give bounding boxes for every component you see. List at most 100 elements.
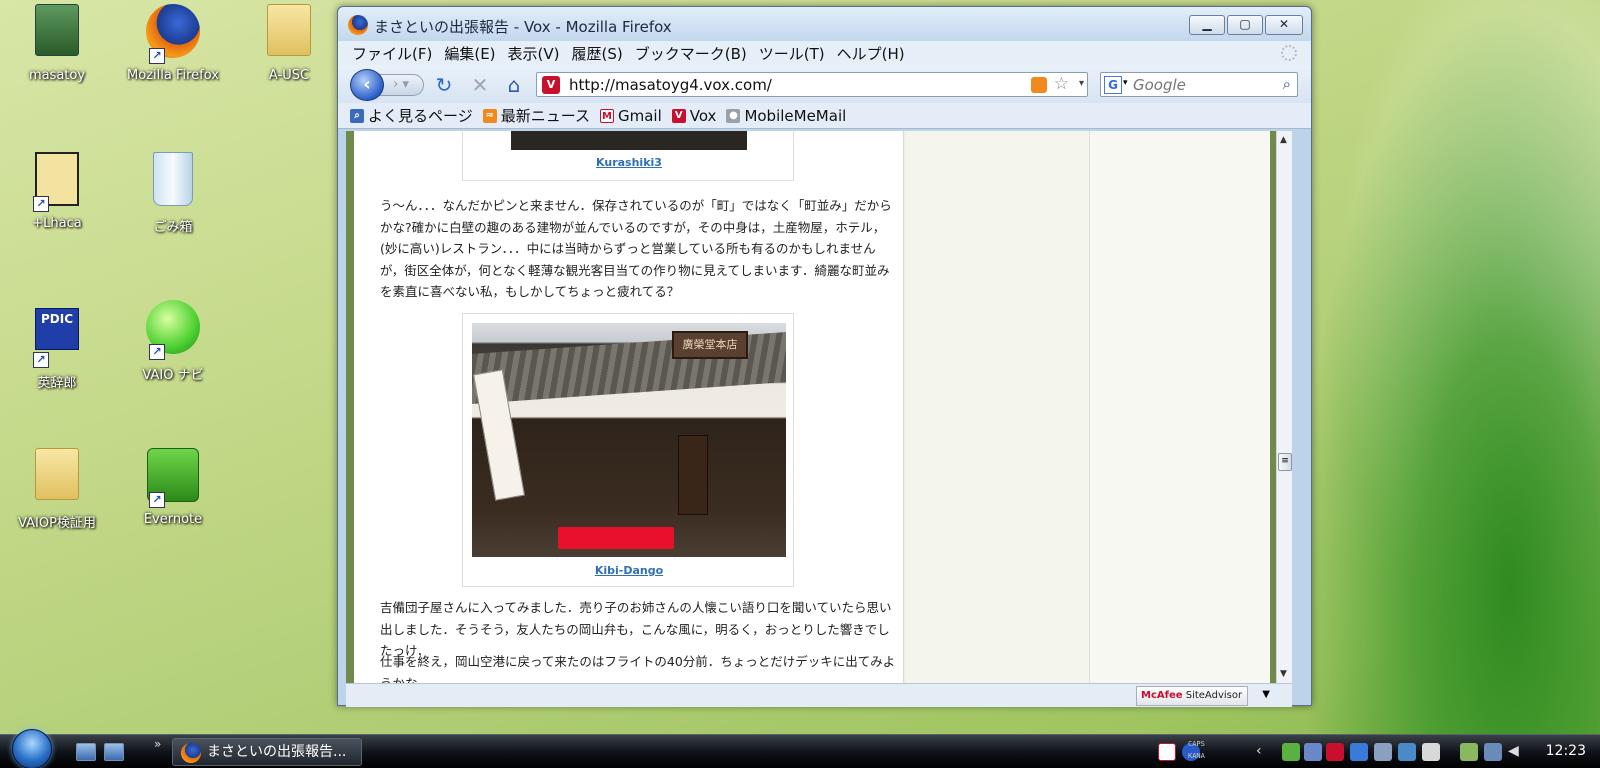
photo-kurashiki3[interactable] [511,131,747,150]
desktop-icon-label: 英辞郎 [37,376,77,391]
rss-icon: ≈ [482,108,497,123]
firefox-icon[interactable] [348,15,368,35]
shortcut-arrow-icon: ↗ [33,352,49,368]
battery-tray-icon[interactable] [1460,743,1478,761]
wireless-tray-icon[interactable] [1484,743,1502,761]
switch-windows-icon[interactable] [104,743,124,761]
taskbar-button-label: まさといの出張報告... [207,744,347,760]
display-tray-icon[interactable] [1398,743,1416,761]
stop-icon[interactable]: ✕ [468,73,492,97]
mcafee-tray-icon[interactable] [1326,743,1344,761]
search-box: G ▾ ⌕ [1100,72,1298,97]
url-bar[interactable]: V http://masatoyg4.vox.com/ ☆ ▾ [536,72,1088,97]
engine-dropdown-icon[interactable]: ▾ [1123,78,1128,88]
taskbar-firefox-button[interactable]: まさといの出張報告... [172,738,362,766]
taskbar: » まさといの出張報告... CAPS KANA ‹ ◀ 12:23 [0,729,1600,768]
menu-bar: ファイル(F) 編集(E) 表示(V) 履歴(S) ブックマーク(B) ツール(… [338,41,1311,65]
tray-expand-icon[interactable]: ‹ [1256,743,1274,761]
sidebar-column [906,131,1090,683]
bookmark-most-visited[interactable]: ⌕ よく見るページ [350,105,473,126]
caption-kurashiki3[interactable]: Kurashiki3 [463,156,795,169]
desktop-icon-recycle-bin[interactable]: ごみ箱 [118,152,228,235]
search-input[interactable] [1133,75,1273,95]
google-engine-icon[interactable]: G [1104,76,1122,94]
volume-icon[interactable]: ◀ [1508,743,1526,761]
menu-file[interactable]: ファイル(F) [352,43,432,64]
maximize-button[interactable]: ▢ [1227,15,1263,35]
ime-status[interactable]: CAPS KANA [1188,738,1205,762]
red-bench-shape [558,527,674,549]
acrobat-icon[interactable] [1158,743,1176,761]
desktop-icon-label: A-USC [268,68,310,83]
desktop-wallpaper [1300,0,1600,734]
scroll-thumb[interactable]: ≡ [1278,453,1292,471]
vox-icon: V [671,108,686,123]
pdic-icon: PDIC [35,308,79,350]
desktop-icon-label: Evernote [143,512,203,527]
desktop-icon-label: +Lhaca [32,216,82,231]
mcafee-siteadvisor-button[interactable]: McAfee SiteAdvisor [1136,686,1248,706]
close-button[interactable]: ✕ [1265,15,1303,35]
caption-kibi-dango[interactable]: Kibi-Dango [463,564,795,577]
photo-kibi-dango[interactable]: 廣榮堂本店 [472,323,786,557]
quick-launch-more-icon[interactable]: » [154,737,161,751]
menu-tools[interactable]: ツール(T) [759,43,825,64]
scroll-up-icon[interactable]: ▲ [1280,135,1287,145]
menu-view[interactable]: 表示(V) [508,43,560,64]
desktop-icon-label: VAIOP検証用 [18,516,96,531]
menu-edit[interactable]: 編集(E) [444,43,495,64]
app-tray-icon[interactable] [1350,743,1368,761]
back-button[interactable]: ‹ [350,69,384,101]
desktop-icon-eijiro[interactable]: PDIC ↗ 英辞郎 [2,300,112,391]
noren-shape [678,435,708,515]
page-content: Kurashiki3 う〜ん．．．なんだかピンと来ません．保存されているのが「町… [346,131,1292,683]
clock[interactable]: 12:23 [1546,743,1586,759]
title-bar[interactable]: まさといの出張報告 - Vox - Mozilla Firefox ▁ ▢ ✕ [338,7,1311,41]
scroll-down-icon[interactable]: ▼ [1280,669,1287,679]
most-visited-icon: ⌕ [350,108,364,123]
apple-icon: ● [726,108,741,123]
desktop-icon-label: masatoy [28,68,86,83]
menu-bookmarks[interactable]: ブックマーク(B) [635,43,747,64]
shortcut-arrow-icon: ↗ [149,492,165,508]
bookmark-gmail[interactable]: M Gmail [599,107,662,125]
post-paragraph: う〜ん．．．なんだかピンと来ません．保存されているのが「町」ではなく「町並み」だ… [380,198,892,299]
search-icon[interactable]: ⌕ [1283,75,1291,93]
bookmark-vox[interactable]: V Vox [671,107,716,125]
gmail-icon: M [599,108,614,123]
desktop-icon-vaiop-folder[interactable]: VAIOP検証用 [2,448,112,531]
bookmark-mobileme[interactable]: ● MobileMeMail [726,107,846,125]
shortcut-arrow-icon: ↗ [33,196,49,212]
desktop-icon-lhaca[interactable]: ↗ +Lhaca [2,152,112,231]
desktop-icon-a-usc[interactable]: A-USC [234,4,344,83]
vertical-scrollbar[interactable]: ▲ ≡ ▼ [1276,131,1292,683]
navigation-toolbar: › ▾ ‹ ↻ ✕ ⌂ V http://masatoyg4.vox.com/ … [338,65,1311,103]
url-text[interactable]: http://masatoyg4.vox.com/ [569,76,772,94]
bookmark-star-icon[interactable]: ☆ [1054,74,1069,94]
network-tray-icon[interactable] [1304,743,1322,761]
photo-frame-kibi-dango: 廣榮堂本店 Kibi-Dango [462,313,794,587]
throbber-icon [1281,45,1297,61]
desktop-icon-label: ごみ箱 [153,220,193,235]
menu-help[interactable]: ヘルプ(H) [837,43,905,64]
mcafee-dropdown-icon[interactable]: ▼ [1262,689,1270,700]
menu-history[interactable]: 履歴(S) [572,43,623,64]
start-button[interactable] [12,729,52,768]
url-dropdown-icon[interactable]: ▾ [1079,78,1084,89]
desktop-icon-vaio-navi[interactable]: ↗ VAIO ナビ [118,300,228,383]
bookmark-latest-news[interactable]: ≈ 最新ニュース [482,105,590,126]
desktop-icon-masatoy[interactable]: masatoy [2,4,112,83]
forward-button[interactable]: › ▾ [378,74,424,96]
sync-tray-icon[interactable] [1374,743,1392,761]
evernote-tray-icon[interactable] [1282,743,1300,761]
rss-feed-icon[interactable] [1031,77,1047,93]
desktop-icon-firefox[interactable]: ↗ Mozilla Firefox [118,4,228,83]
safely-remove-tray-icon[interactable] [1422,743,1440,761]
shortcut-arrow-icon: ↗ [149,48,165,64]
home-icon[interactable]: ⌂ [502,73,526,97]
show-desktop-icon[interactable] [76,743,96,761]
desktop-icon-evernote[interactable]: ↗ Evernote [118,448,228,527]
reload-icon[interactable]: ↻ [432,73,456,97]
forward-arrow-icon: › ▾ [393,77,409,92]
minimize-button[interactable]: ▁ [1189,15,1225,35]
